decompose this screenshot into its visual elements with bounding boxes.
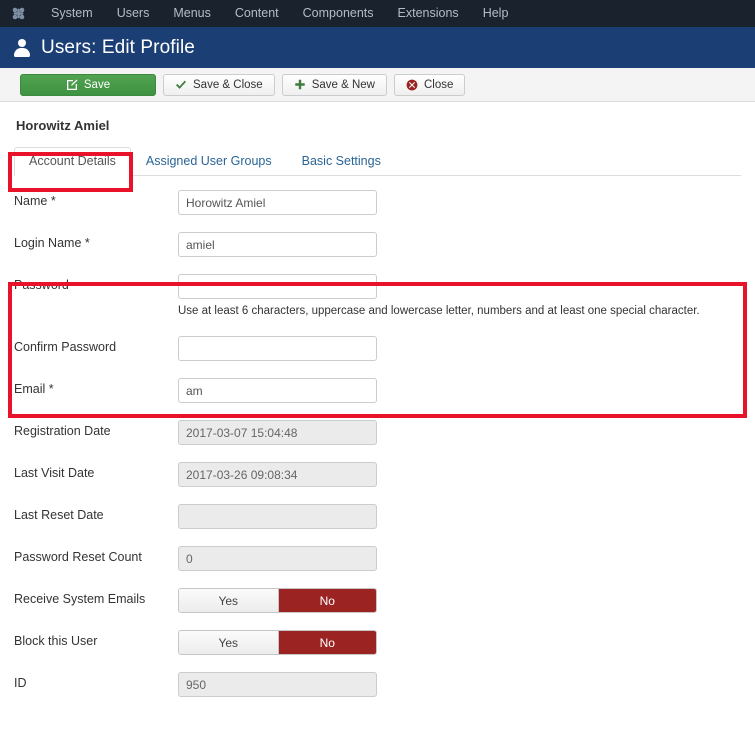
receive-system-emails-toggle[interactable]: Yes No — [178, 588, 377, 613]
save-button[interactable]: Save — [20, 73, 156, 96]
block-this-user-toggle[interactable]: Yes No — [178, 630, 377, 655]
cancel-circle-icon — [406, 79, 418, 91]
receive-system-emails-yes[interactable]: Yes — [179, 589, 278, 612]
toolbar: Save Save & Close Save & New Close — [0, 68, 755, 102]
password-reset-count-input — [178, 546, 377, 571]
close-button-label: Close — [423, 78, 454, 91]
last-reset-date-label: Last Reset Date — [14, 508, 104, 522]
nav-item-extensions[interactable]: Extensions — [386, 0, 471, 27]
plus-icon — [294, 79, 306, 91]
confirm-password-input[interactable] — [178, 336, 377, 361]
joomla-logo-icon[interactable] — [10, 5, 27, 22]
last-reset-date-input — [178, 504, 377, 529]
save-button-label: Save — [83, 78, 111, 91]
save-and-close-label: Save & Close — [193, 78, 263, 91]
name-label: Name * — [14, 194, 56, 208]
page-title: Users: Edit Profile — [41, 36, 195, 58]
password-input[interactable] — [178, 274, 377, 299]
confirm-password-label: Confirm Password — [14, 340, 117, 354]
field-row-password-reset-count: Password Reset Count — [14, 546, 741, 571]
account-details-form: Name * Login Name * Password Use at leas… — [14, 190, 741, 697]
nav-item-users[interactable]: Users — [105, 0, 162, 27]
nav-item-content[interactable]: Content — [223, 0, 291, 27]
main-navigation-bar: System Users Menus Content Components Ex… — [0, 0, 755, 27]
field-row-email: Email * — [14, 378, 741, 403]
login-name-input[interactable] — [178, 232, 377, 257]
save-and-new-label: Save & New — [311, 78, 375, 91]
id-input — [178, 672, 377, 697]
receive-system-emails-no[interactable]: No — [277, 589, 376, 612]
field-row-registration-date: Registration Date — [14, 420, 741, 445]
password-help-text: Use at least 6 characters, uppercase and… — [178, 305, 700, 317]
save-and-close-button[interactable]: Save & Close — [163, 73, 275, 96]
tab-account-details[interactable]: Account Details — [14, 147, 131, 176]
block-this-user-no[interactable]: No — [277, 631, 376, 654]
main-content: Horowitz Amiel Account Details Assigned … — [0, 118, 755, 697]
password-label: Password — [14, 278, 69, 292]
email-input[interactable] — [178, 378, 377, 403]
id-label: ID — [14, 676, 27, 690]
nav-item-help[interactable]: Help — [471, 0, 521, 27]
field-row-password: Password Use at least 6 characters, uppe… — [14, 274, 741, 319]
user-icon — [14, 38, 30, 57]
field-row-id: ID — [14, 672, 741, 697]
tab-assigned-user-groups[interactable]: Assigned User Groups — [131, 147, 287, 176]
name-input[interactable] — [178, 190, 377, 215]
registration-date-input — [178, 420, 377, 445]
field-row-last-visit-date: Last Visit Date — [14, 462, 741, 487]
save-and-new-button[interactable]: Save & New — [281, 73, 387, 96]
block-this-user-yes[interactable]: Yes — [179, 631, 278, 654]
login-name-label: Login Name * — [14, 236, 90, 250]
check-icon — [175, 79, 187, 91]
field-row-last-reset-date: Last Reset Date — [14, 504, 741, 529]
block-this-user-label: Block this User — [14, 634, 98, 648]
nav-item-menus[interactable]: Menus — [161, 0, 223, 27]
field-row-receive-system-emails: Receive System Emails Yes No — [14, 588, 741, 613]
password-reset-count-label: Password Reset Count — [14, 550, 142, 564]
tab-bar: Account Details Assigned User Groups Bas… — [14, 147, 741, 176]
field-row-confirm-password: Confirm Password — [14, 336, 741, 361]
registration-date-label: Registration Date — [14, 424, 111, 438]
close-button[interactable]: Close — [393, 73, 466, 96]
field-row-name: Name * — [14, 190, 741, 215]
field-row-block-this-user: Block this User Yes No — [14, 630, 741, 655]
tab-basic-settings[interactable]: Basic Settings — [287, 147, 396, 176]
last-visit-date-label: Last Visit Date — [14, 466, 95, 480]
nav-item-components[interactable]: Components — [291, 0, 386, 27]
edit-pencil-icon — [66, 79, 78, 91]
nav-item-system[interactable]: System — [39, 0, 105, 27]
page-header-bar: Users: Edit Profile — [0, 27, 755, 68]
receive-system-emails-label: Receive System Emails — [14, 592, 146, 606]
email-label: Email * — [14, 382, 54, 396]
last-visit-date-input — [178, 462, 377, 487]
user-name-heading: Horowitz Amiel — [16, 118, 110, 133]
field-row-login-name: Login Name * — [14, 232, 741, 257]
